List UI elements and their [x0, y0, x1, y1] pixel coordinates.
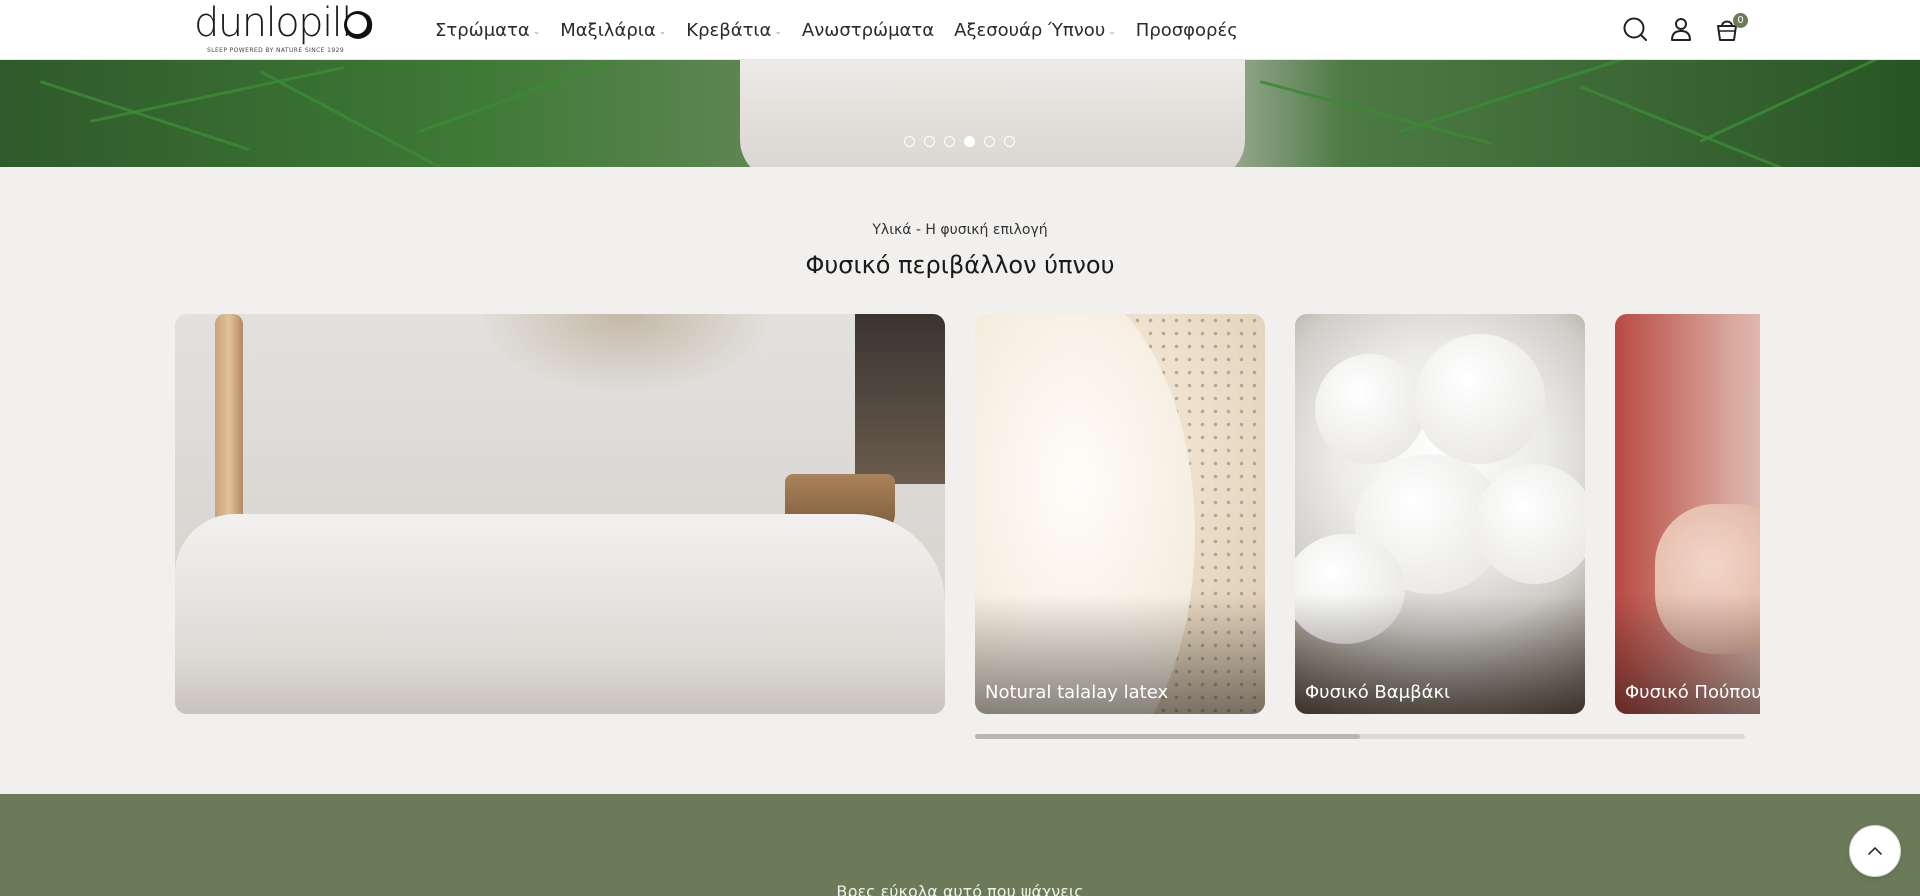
- nav-item-label: Στρώματα: [435, 19, 530, 41]
- nav-item-toppers[interactable]: Ανωστρώματα: [802, 20, 934, 41]
- card-label: Φυσικό Βαμβάκι: [1305, 682, 1451, 703]
- feature-bed-linen: [175, 514, 945, 714]
- brand-tagline: SLEEP POWERED BY NATURE SINCE 1929: [207, 47, 345, 54]
- leaf-decoration: [259, 70, 464, 167]
- carousel-scrollbar[interactable]: [975, 734, 1745, 739]
- slider-pagination: [904, 136, 1015, 147]
- hero-slider: [0, 60, 1920, 167]
- back-to-top-button[interactable]: [1849, 825, 1901, 877]
- section-eyebrow: Υλικά - Η φυσική επιλογή: [872, 222, 1048, 238]
- user-icon[interactable]: [1668, 14, 1694, 44]
- nav-item-offers[interactable]: Προσφορές: [1136, 20, 1238, 41]
- cotton-puff: [1415, 334, 1545, 464]
- brand-logo[interactable]: dunlopillo SLEEP POWERED BY NATURE SINCE…: [194, 1, 379, 57]
- slide-dot[interactable]: [924, 136, 935, 147]
- header-actions: 0: [1622, 13, 1748, 44]
- leaf-decoration: [1579, 85, 1822, 167]
- feature-mirror-frame: [215, 314, 243, 544]
- slide-dot-active[interactable]: [964, 136, 975, 147]
- chevron-up-icon: [1868, 847, 1882, 855]
- cart-icon[interactable]: 0: [1714, 13, 1748, 44]
- material-card-feather[interactable]: Φυσικό Πούπουλο: [1615, 314, 1760, 714]
- leaf-decoration: [419, 60, 665, 133]
- nav-item-label: Αξεσουάρ Ύπνου: [954, 19, 1106, 41]
- card-label: Notural talalay latex: [985, 682, 1169, 703]
- hero-pillow-image: [740, 60, 1245, 167]
- carousel-scroll-thumb[interactable]: [975, 734, 1360, 739]
- chevron-down-icon: ⌄: [1108, 27, 1116, 37]
- leaf-decoration: [39, 80, 250, 151]
- materials-section: Υλικά - Η φυσική επιλογή Φυσικό περιβάλλ…: [0, 167, 1920, 794]
- material-card-cotton[interactable]: Φυσικό Βαμβάκι: [1295, 314, 1585, 714]
- materials-carousel[interactable]: Notural talalay latex Φυσικό Βαμβάκι Φυσ…: [975, 314, 1760, 714]
- nav-item-sleep-accessories[interactable]: Αξεσουάρ Ύπνου ⌄: [954, 20, 1116, 41]
- nav-item-pillows[interactable]: Μαξιλάρια ⌄: [560, 20, 666, 41]
- logo-moon-icon: [344, 11, 372, 39]
- main-nav: Στρώματα ⌄ Μαξιλάρια ⌄ Κρεβάτια ⌄ Ανωστρ…: [435, 0, 1258, 60]
- slide-dot[interactable]: [1004, 136, 1015, 147]
- leaf-decoration: [1699, 60, 1901, 143]
- nav-item-label: Προσφορές: [1135, 19, 1238, 41]
- chevron-down-icon: ⌄: [658, 27, 667, 37]
- cotton-puff: [1475, 464, 1585, 584]
- nav-item-label: Ανωστρώματα: [801, 19, 935, 41]
- search-cta-band: Βρες εύκολα αυτό που ψάχνεις: [0, 794, 1920, 896]
- nav-item-mattresses[interactable]: Στρώματα ⌄: [435, 20, 540, 41]
- chevron-down-icon: ⌄: [774, 27, 782, 37]
- cart-count-badge: 0: [1733, 13, 1748, 28]
- feature-shelf: [855, 314, 945, 484]
- search-icon[interactable]: [1622, 14, 1648, 44]
- nav-item-beds[interactable]: Κρεβάτια ⌄: [686, 20, 782, 41]
- site-header: dunlopillo SLEEP POWERED BY NATURE SINCE…: [0, 0, 1920, 60]
- section-title: Φυσικό περιβάλλον ύπνου: [805, 251, 1115, 279]
- feature-pampas-grass: [475, 314, 775, 394]
- nav-item-label: Κρεβάτια: [686, 19, 772, 41]
- nav-item-label: Μαξιλάρια: [560, 19, 656, 41]
- slide-dot[interactable]: [944, 136, 955, 147]
- feature-bedroom-image: [175, 314, 945, 714]
- cotton-puff: [1315, 354, 1425, 464]
- material-card-latex[interactable]: Notural talalay latex: [975, 314, 1265, 714]
- slide-dot[interactable]: [904, 136, 915, 147]
- card-label: Φυσικό Πούπουλο: [1625, 682, 1760, 703]
- chevron-down-icon: ⌄: [532, 27, 541, 37]
- slide-dot[interactable]: [984, 136, 995, 147]
- search-cta-text: Βρες εύκολα αυτό που ψάχνεις: [836, 882, 1084, 896]
